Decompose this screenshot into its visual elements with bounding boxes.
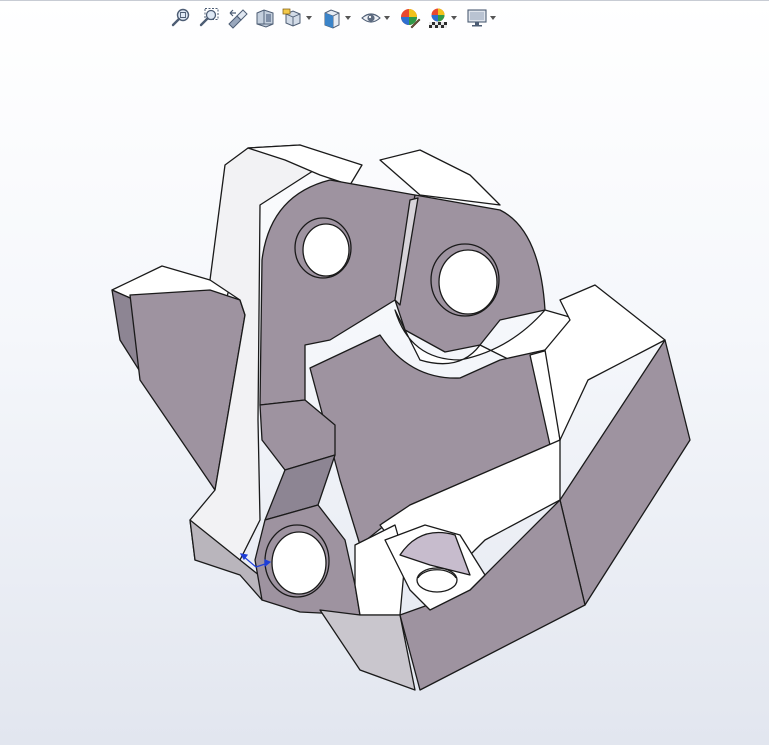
hole[interactable] — [416, 567, 458, 593]
model-face[interactable] — [319, 609, 416, 691]
hole[interactable] — [271, 531, 327, 595]
part-model[interactable] — [0, 0, 769, 745]
hole[interactable] — [438, 249, 498, 315]
graphics-area[interactable] — [0, 0, 769, 745]
hole[interactable] — [302, 223, 350, 277]
